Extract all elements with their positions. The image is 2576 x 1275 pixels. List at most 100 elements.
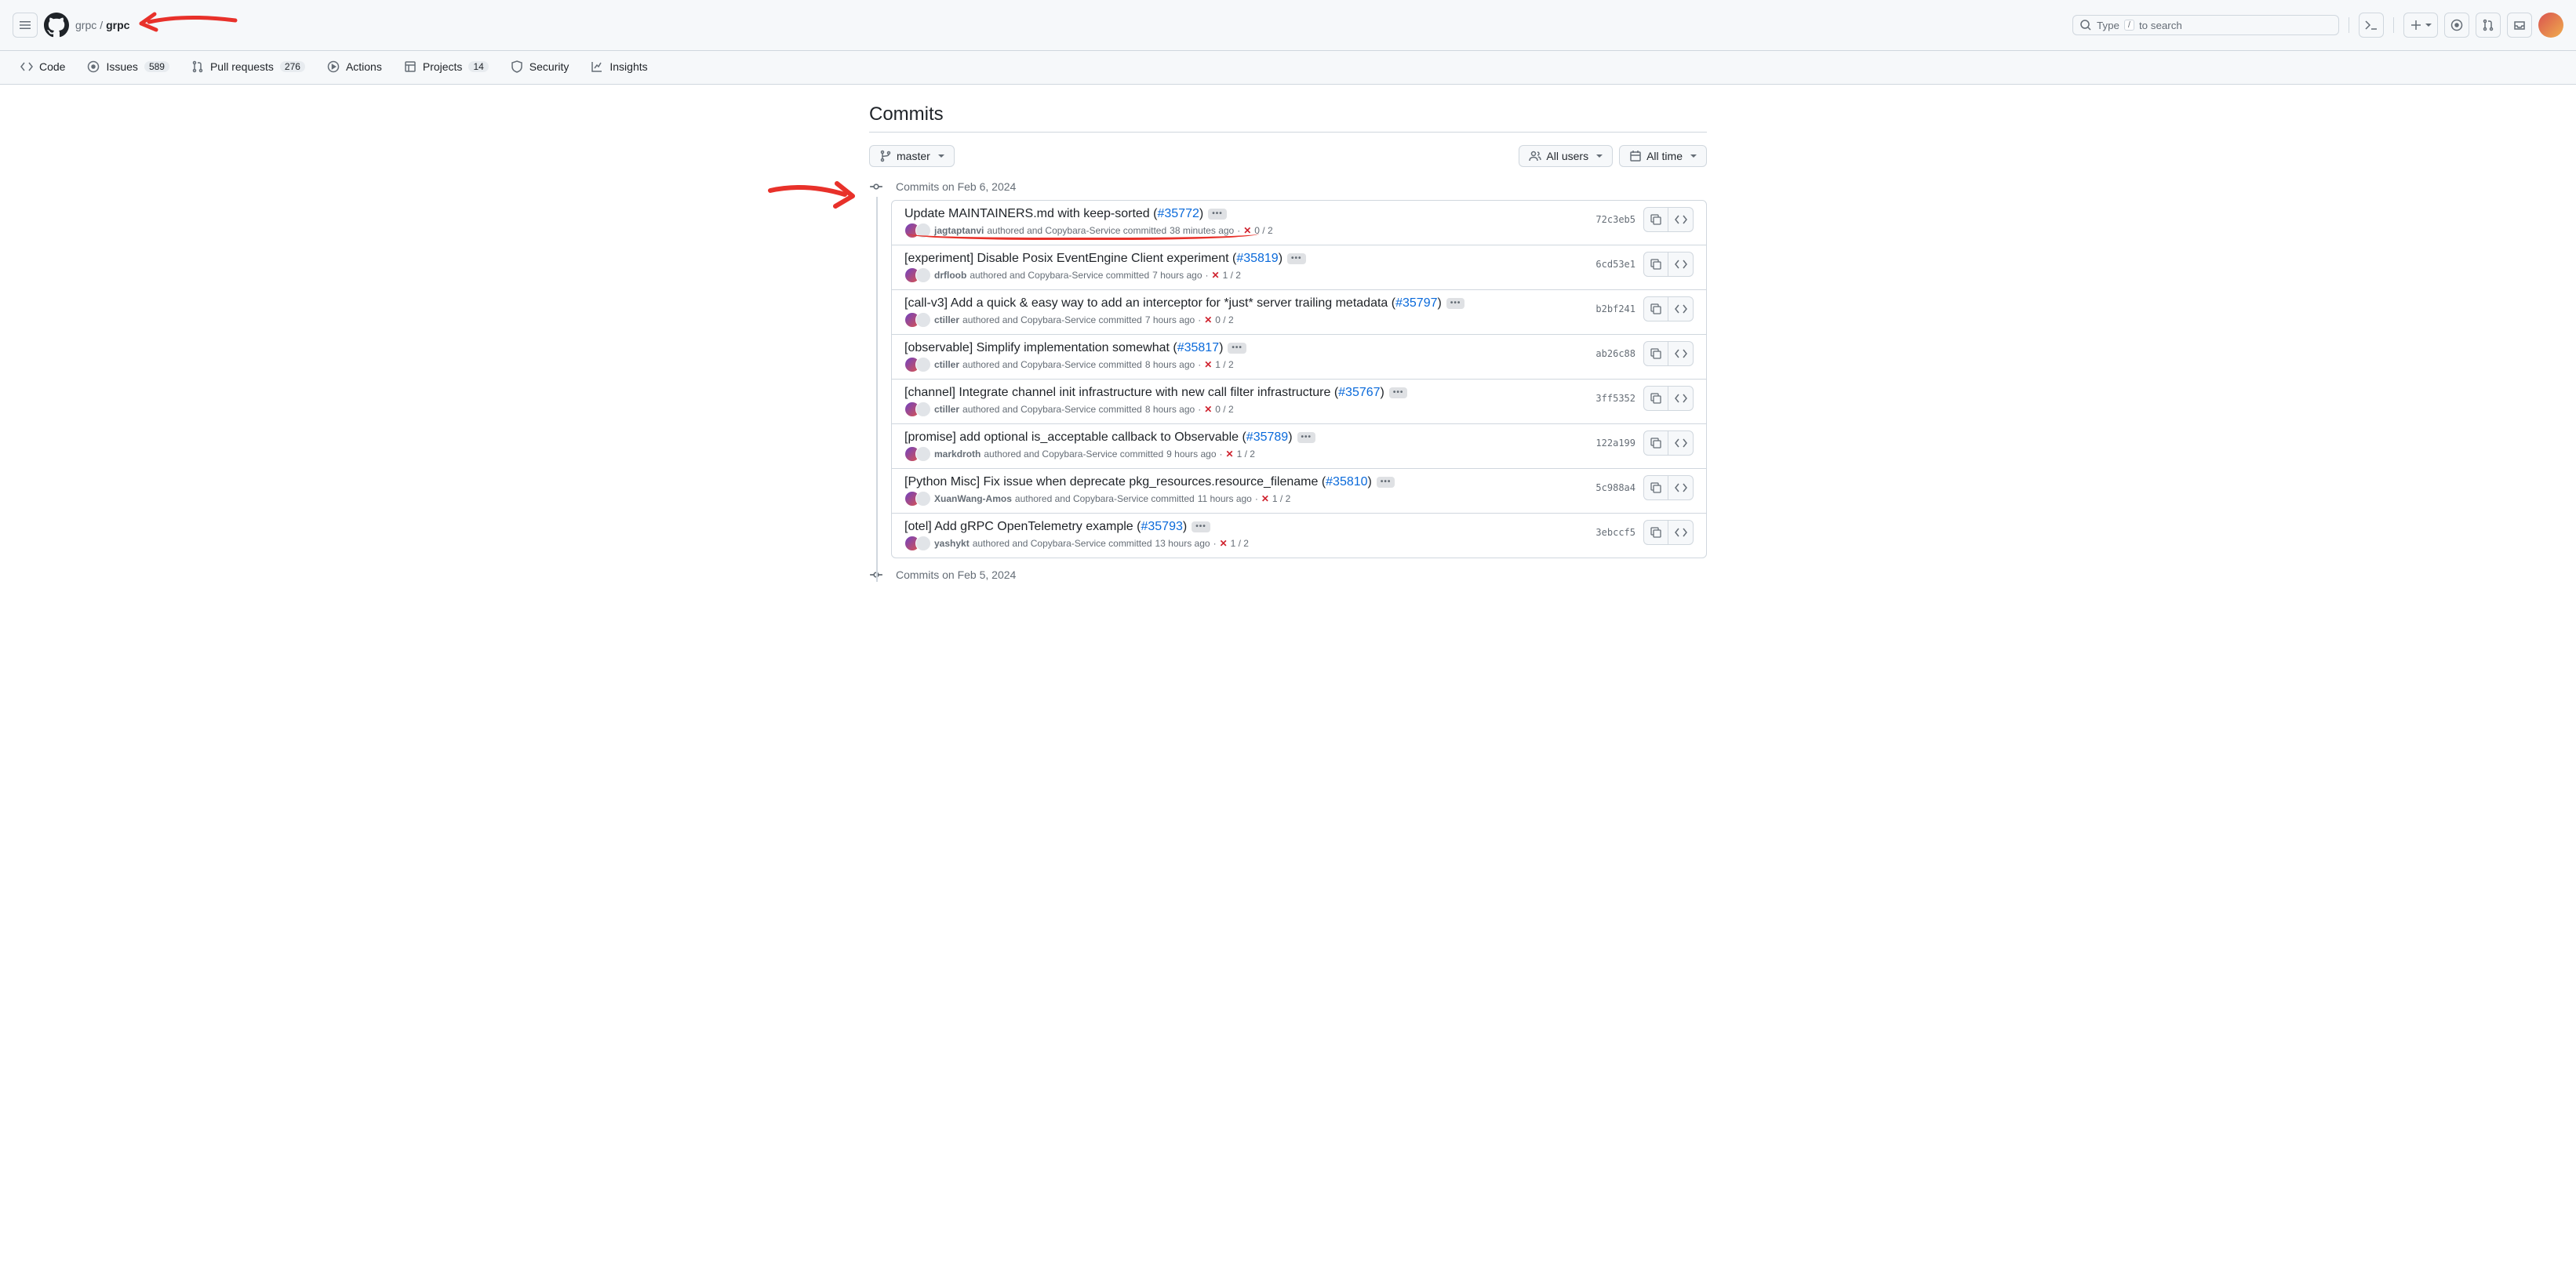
browse-repo-button[interactable] — [1668, 386, 1694, 411]
author-link[interactable]: ctiller — [934, 404, 959, 415]
commit-title-link[interactable]: Update MAINTAINERS.md with keep-sorted (… — [904, 207, 1203, 221]
commit-sha-link[interactable]: 5c988a4 — [1588, 479, 1643, 496]
nav-code[interactable]: Code — [13, 51, 73, 84]
committer-avatar[interactable] — [915, 491, 931, 507]
browse-repo-button[interactable] — [1668, 475, 1694, 500]
author-link[interactable]: drfloob — [934, 270, 966, 281]
committer-avatar[interactable] — [915, 401, 931, 417]
browse-repo-button[interactable] — [1668, 430, 1694, 456]
commit-sha-link[interactable]: 3ebccf5 — [1588, 524, 1643, 541]
pr-link[interactable]: #35793 — [1141, 520, 1182, 533]
checks-count[interactable]: 0 / 2 — [1215, 314, 1233, 325]
committer-avatar[interactable] — [915, 446, 931, 462]
committer-avatar[interactable] — [915, 312, 931, 328]
commit-title-link[interactable]: [observable] Simplify implementation som… — [904, 341, 1223, 355]
avatar-stack[interactable] — [904, 491, 931, 507]
avatar-stack[interactable] — [904, 446, 931, 462]
create-new-button[interactable] — [2403, 13, 2438, 38]
pr-link[interactable]: #35772 — [1157, 207, 1199, 220]
commit-time[interactable]: 13 hours ago — [1155, 538, 1210, 549]
pr-link[interactable]: #35819 — [1236, 252, 1278, 265]
author-link[interactable]: yashykt — [934, 538, 970, 549]
notifications-button[interactable] — [2507, 13, 2532, 38]
hamburger-menu[interactable] — [13, 13, 38, 38]
commit-time[interactable]: 8 hours ago — [1145, 404, 1195, 415]
browse-repo-button[interactable] — [1668, 341, 1694, 366]
nav-issues[interactable]: Issues 589 — [79, 51, 177, 84]
browse-repo-button[interactable] — [1668, 207, 1694, 232]
commit-sha-link[interactable]: b2bf241 — [1588, 300, 1643, 318]
author-link[interactable]: markdroth — [934, 449, 981, 460]
commit-time[interactable]: 7 hours ago — [1145, 314, 1195, 325]
commit-sha-link[interactable]: 3ff5352 — [1588, 390, 1643, 407]
branch-select-button[interactable]: master — [869, 145, 955, 167]
pr-link[interactable]: #35767 — [1338, 386, 1380, 399]
status-fail-icon[interactable]: ✕ — [1204, 314, 1212, 325]
status-fail-icon[interactable]: ✕ — [1212, 270, 1220, 281]
status-fail-icon[interactable]: ✕ — [1220, 538, 1228, 549]
author-link[interactable]: ctiller — [934, 314, 959, 325]
browse-repo-button[interactable] — [1668, 296, 1694, 321]
author-link[interactable]: XuanWang-Amos — [934, 493, 1012, 504]
status-fail-icon[interactable]: ✕ — [1204, 404, 1212, 415]
committer-avatar[interactable] — [915, 536, 931, 551]
copy-sha-button[interactable] — [1643, 341, 1668, 366]
expand-commit-button[interactable]: ••• — [1287, 253, 1306, 264]
commit-time[interactable]: 8 hours ago — [1145, 359, 1195, 370]
breadcrumb-owner[interactable]: grpc — [75, 19, 96, 31]
commit-title-link[interactable]: [Python Misc] Fix issue when deprecate p… — [904, 475, 1372, 489]
pr-link[interactable]: #35797 — [1395, 296, 1437, 310]
commit-sha-link[interactable]: 122a199 — [1588, 434, 1643, 452]
expand-commit-button[interactable]: ••• — [1377, 477, 1395, 488]
commit-sha-link[interactable]: ab26c88 — [1588, 345, 1643, 362]
checks-count[interactable]: 1 / 2 — [1215, 359, 1233, 370]
checks-count[interactable]: 1 / 2 — [1237, 449, 1255, 460]
nav-projects[interactable]: Projects 14 — [396, 51, 497, 84]
pulls-button[interactable] — [2476, 13, 2501, 38]
search-input[interactable]: Type / to search — [2072, 15, 2339, 35]
copy-sha-button[interactable] — [1643, 430, 1668, 456]
pr-link[interactable]: #35789 — [1246, 430, 1288, 444]
avatar-stack[interactable] — [904, 536, 931, 551]
expand-commit-button[interactable]: ••• — [1208, 209, 1227, 220]
nav-actions[interactable]: Actions — [319, 51, 390, 84]
expand-commit-button[interactable]: ••• — [1228, 343, 1246, 354]
breadcrumb-repo[interactable]: grpc — [106, 19, 129, 31]
status-fail-icon[interactable]: ✕ — [1261, 493, 1269, 504]
nav-pulls[interactable]: Pull requests 276 — [184, 51, 313, 84]
pr-link[interactable]: #35810 — [1326, 475, 1367, 489]
copy-sha-button[interactable] — [1643, 207, 1668, 232]
committer-avatar[interactable] — [915, 267, 931, 283]
copy-sha-button[interactable] — [1643, 520, 1668, 545]
nav-security[interactable]: Security — [503, 51, 577, 84]
command-palette-button[interactable] — [2359, 13, 2384, 38]
pr-link[interactable]: #35817 — [1177, 341, 1219, 354]
issues-button[interactable] — [2444, 13, 2469, 38]
nav-insights[interactable]: Insights — [583, 51, 655, 84]
commit-title-link[interactable]: [otel] Add gRPC OpenTelemetry example (#… — [904, 520, 1187, 534]
commit-time[interactable]: 9 hours ago — [1166, 449, 1216, 460]
browse-repo-button[interactable] — [1668, 252, 1694, 277]
time-filter-button[interactable]: All time — [1619, 145, 1707, 167]
copy-sha-button[interactable] — [1643, 296, 1668, 321]
commit-title-link[interactable]: [experiment] Disable Posix EventEngine C… — [904, 252, 1283, 266]
commit-sha-link[interactable]: 72c3eb5 — [1588, 211, 1643, 228]
checks-count[interactable]: 1 / 2 — [1223, 270, 1241, 281]
commit-title-link[interactable]: [promise] add optional is_acceptable cal… — [904, 430, 1293, 445]
users-filter-button[interactable]: All users — [1519, 145, 1613, 167]
expand-commit-button[interactable]: ••• — [1446, 298, 1465, 309]
avatar-stack[interactable] — [904, 312, 931, 328]
browse-repo-button[interactable] — [1668, 520, 1694, 545]
checks-count[interactable]: 0 / 2 — [1215, 404, 1233, 415]
commit-title-link[interactable]: [call-v3] Add a quick & easy way to add … — [904, 296, 1442, 311]
author-link[interactable]: ctiller — [934, 359, 959, 370]
copy-sha-button[interactable] — [1643, 475, 1668, 500]
committer-avatar[interactable] — [915, 357, 931, 372]
copy-sha-button[interactable] — [1643, 252, 1668, 277]
status-fail-icon[interactable]: ✕ — [1204, 359, 1212, 370]
expand-commit-button[interactable]: ••• — [1192, 521, 1210, 532]
avatar-stack[interactable] — [904, 267, 931, 283]
user-avatar[interactable] — [2538, 13, 2563, 38]
checks-count[interactable]: 1 / 2 — [1231, 538, 1249, 549]
expand-commit-button[interactable]: ••• — [1297, 432, 1316, 443]
